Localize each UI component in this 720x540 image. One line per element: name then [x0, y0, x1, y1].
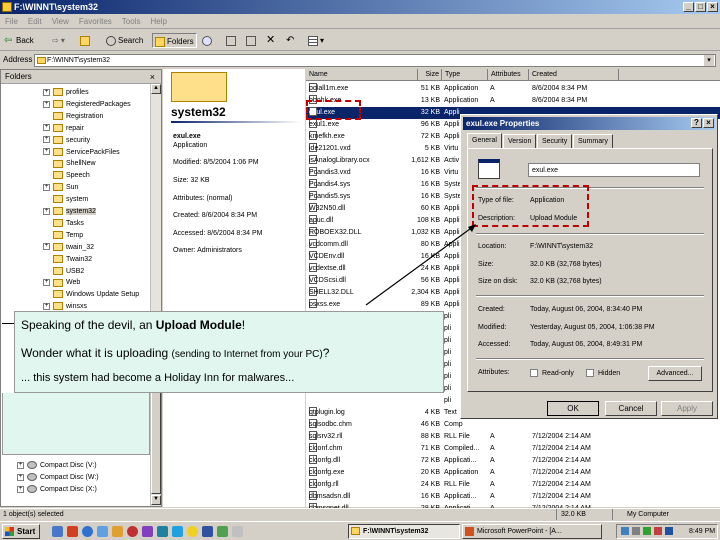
arrow-to-description [365, 225, 475, 306]
quicklaunch-settings-icon[interactable] [202, 526, 213, 537]
status-selected: 1 object(s) selected [3, 511, 64, 518]
quicklaunch-mail-icon[interactable] [97, 526, 108, 537]
status-zone: My Computer [612, 509, 669, 520]
status-size: 32.0 KB [556, 509, 586, 520]
callout-line-2: Wonder what it is uploading (sending to … [21, 346, 330, 360]
annotation-callout: Speaking of the devil, an Upload Module!… [14, 311, 444, 393]
taskbar: Start F:\WINNT\system32 Microsoft PowerP… [0, 521, 720, 540]
quicklaunch-tool-icon[interactable] [142, 526, 153, 537]
quicklaunch-browser-icon[interactable] [172, 526, 183, 537]
windows-logo-icon [5, 527, 14, 536]
quicklaunch-desktop-icon[interactable] [52, 526, 63, 537]
callout-extension [2, 393, 150, 455]
annotation-arrows [365, 224, 476, 306]
status-bar: 1 object(s) selected 32.0 KB My Computer [0, 508, 720, 520]
arrowhead [468, 224, 476, 232]
quicklaunch-app-icon[interactable] [67, 526, 78, 537]
tray-clock: 8:49 PM [689, 528, 716, 535]
tray-alert-icon[interactable] [654, 527, 662, 535]
folder-icon [351, 527, 360, 535]
quicklaunch-ie-icon[interactable] [82, 526, 93, 537]
callout-line-1: Speaking of the devil, an Upload Module! [21, 318, 246, 332]
quicklaunch-smile-icon[interactable] [187, 526, 198, 537]
quicklaunch-record-icon[interactable] [127, 526, 138, 537]
quicklaunch-media-icon[interactable] [112, 526, 123, 537]
tray-network-icon[interactable] [621, 527, 629, 535]
callout-line-3: ... this system had become a Holiday Inn… [21, 372, 295, 384]
tray-monitor-icon[interactable] [665, 527, 673, 535]
quicklaunch-net-icon[interactable] [157, 526, 168, 537]
quicklaunch-misc-icon[interactable] [232, 526, 243, 537]
quicklaunch-chart-icon[interactable] [217, 526, 228, 537]
task-powerpoint[interactable]: Microsoft PowerPoint - [A... [462, 524, 602, 539]
tray-volume-icon[interactable] [632, 527, 640, 535]
start-button[interactable]: Start [2, 524, 40, 539]
powerpoint-icon [465, 527, 474, 536]
callout-leader [2, 323, 14, 324]
tray-app-icon[interactable] [643, 527, 651, 535]
system-tray: 8:49 PM [616, 524, 718, 539]
task-explorer[interactable]: F:\WINNT\system32 [348, 524, 460, 539]
